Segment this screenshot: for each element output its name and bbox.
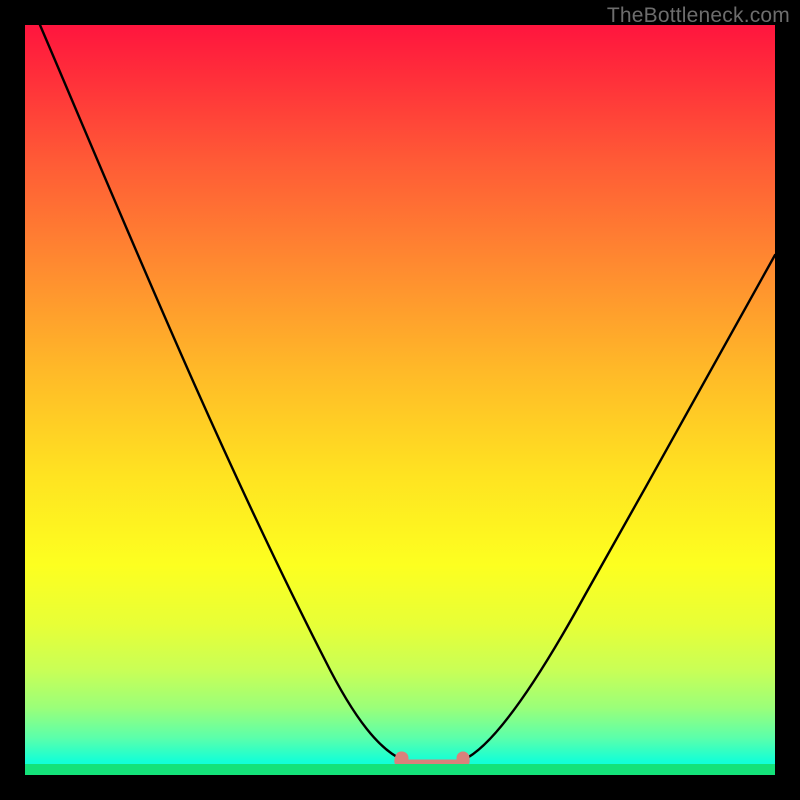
bottleneck-curve — [25, 25, 775, 775]
optimal-zone-strip — [25, 764, 775, 775]
watermark-text: TheBottleneck.com — [607, 4, 790, 28]
flat-zone-end-left — [396, 752, 409, 765]
curve-left-branch — [40, 25, 403, 760]
flat-zone-end-right — [457, 752, 470, 765]
plot-area — [25, 25, 775, 775]
curve-right-branch — [463, 255, 775, 760]
chart-frame: TheBottleneck.com — [0, 0, 800, 800]
